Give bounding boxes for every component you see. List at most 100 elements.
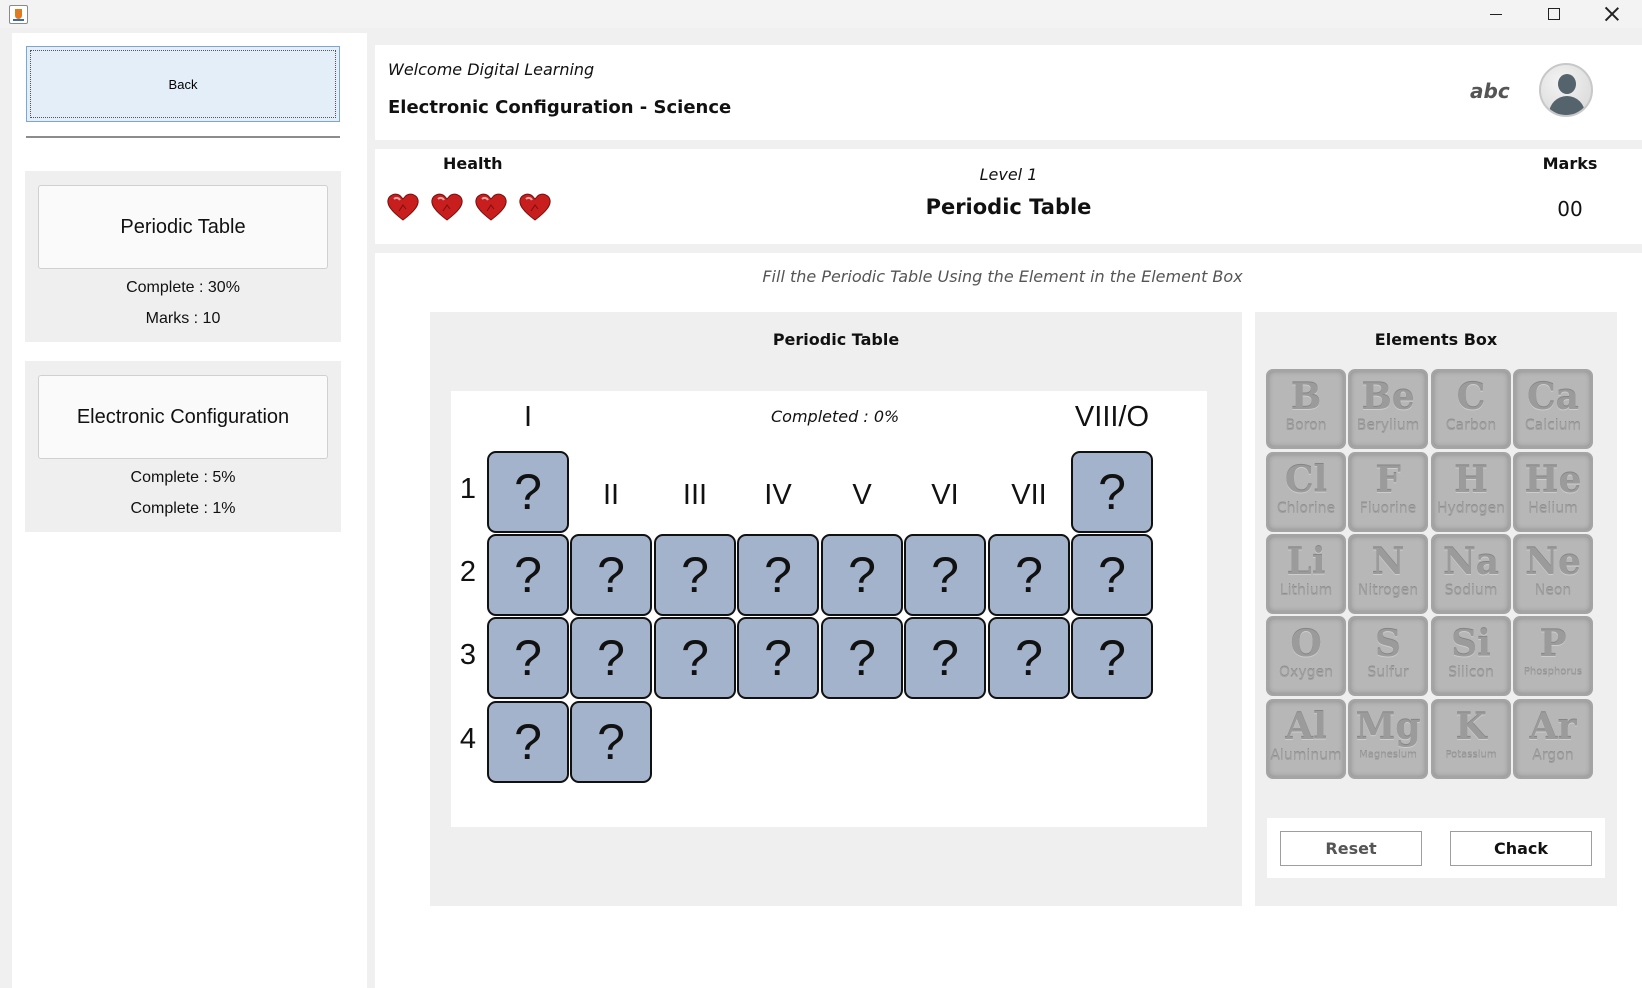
check-button[interactable]: Chack [1450, 831, 1592, 866]
element-slot[interactable]: ? [904, 617, 986, 699]
element-tile[interactable]: Al Aluminum [1266, 699, 1346, 779]
element-tile[interactable]: Cl Chlorine [1266, 452, 1346, 532]
elements-box-title: Elements Box [1374, 330, 1498, 349]
java-cup-icon [9, 5, 28, 24]
sidebar: Back Periodic Table Complete : 30% Marks… [12, 33, 367, 988]
element-tile[interactable]: Mg Magnesium [1348, 699, 1428, 779]
element-slot[interactable]: ? [487, 617, 569, 699]
element-name: Sodium [1444, 583, 1498, 599]
element-symbol: P [1539, 623, 1567, 665]
element-slot[interactable]: ? [487, 451, 569, 533]
minimize-icon [1490, 13, 1502, 15]
element-name: Neon [1534, 583, 1572, 599]
element-tile[interactable]: N Nitrogen [1348, 534, 1428, 614]
element-tile[interactable]: Ar Argon [1513, 699, 1593, 779]
element-slot[interactable]: ? [904, 534, 986, 616]
element-slot[interactable]: ? [570, 534, 652, 616]
group-label: VI [931, 479, 959, 511]
close-icon [1605, 7, 1619, 21]
element-tile[interactable]: Ne Neon [1513, 534, 1593, 614]
element-slot[interactable]: ? [988, 534, 1070, 616]
element-name: Oxygen [1279, 665, 1333, 681]
element-tile[interactable]: Na Sodium [1431, 534, 1511, 614]
element-tile[interactable]: O Oxygen [1266, 616, 1346, 696]
element-slot[interactable]: ? [821, 617, 903, 699]
avatar-body [1549, 96, 1585, 115]
element-symbol: Na [1442, 541, 1500, 583]
maximize-button[interactable] [1525, 0, 1583, 28]
header-panel: Welcome Digital Learning Electronic Conf… [375, 45, 1642, 140]
element-symbol: B [1290, 376, 1322, 418]
element-symbol: K [1455, 706, 1487, 748]
back-button[interactable]: Back [26, 46, 340, 122]
element-tile[interactable]: Si Silicon [1431, 616, 1511, 696]
group-label: IV [764, 479, 792, 511]
marks-label: Marks [1542, 154, 1598, 173]
element-tile[interactable]: K Potassium [1431, 699, 1511, 779]
element-name: Argon [1532, 748, 1574, 764]
element-slot[interactable]: ? [821, 534, 903, 616]
close-button[interactable] [1583, 0, 1641, 28]
element-slot[interactable]: ? [1071, 617, 1153, 699]
instruction-text: Fill the Periodic Table Using the Elemen… [762, 267, 1243, 286]
element-tile[interactable]: F Fluorine [1348, 452, 1428, 532]
element-tile[interactable]: S Sulfur [1348, 616, 1428, 696]
module-button-periodic-table[interactable]: Periodic Table [38, 185, 328, 269]
element-tile[interactable]: C Carbon [1431, 369, 1511, 449]
maximize-icon [1548, 8, 1560, 20]
element-slot[interactable]: ? [1071, 451, 1153, 533]
element-name: Lithium [1279, 583, 1333, 599]
element-tile[interactable]: Li Lithium [1266, 534, 1346, 614]
element-tile[interactable]: H Hydrogen [1431, 452, 1511, 532]
element-tile[interactable]: He Helium [1513, 452, 1593, 532]
status-panel: Health Level 1 Periodic Table Marks 00 [375, 149, 1642, 244]
element-tile[interactable]: P Phosphorus [1513, 616, 1593, 696]
element-slot[interactable]: ? [487, 534, 569, 616]
element-slot[interactable]: ? [737, 617, 819, 699]
reset-button[interactable]: Reset [1280, 831, 1422, 866]
element-slot[interactable]: ? [570, 617, 652, 699]
module-marks: Marks : 10 [145, 310, 221, 327]
element-name: Chlorine [1276, 501, 1336, 517]
element-tile[interactable]: Ca Calcium [1513, 369, 1593, 449]
group-label: V [852, 479, 872, 511]
completion-text: Completed : 0% [771, 407, 900, 426]
element-slot[interactable]: ? [654, 617, 736, 699]
group-label: VII [1011, 479, 1047, 511]
element-tile[interactable]: Be Berylium [1348, 369, 1428, 449]
periodic-table-title: Periodic Table [772, 330, 900, 349]
username: abc [1470, 79, 1510, 103]
element-slot[interactable]: ? [1071, 534, 1153, 616]
element-name: Boron [1285, 418, 1327, 434]
element-symbol: C [1456, 376, 1486, 418]
element-tile[interactable]: B Boron [1266, 369, 1346, 449]
user-avatar-icon[interactable] [1539, 63, 1593, 117]
element-name: Nitrogen [1357, 583, 1419, 599]
period-label: 4 [459, 723, 477, 755]
element-slot[interactable]: ? [654, 534, 736, 616]
title-bar [0, 0, 1642, 28]
element-slot[interactable]: ? [988, 617, 1070, 699]
element-symbol: Ne [1525, 541, 1581, 583]
element-symbol: Mg [1355, 706, 1421, 748]
element-name: Sulfur [1367, 665, 1409, 681]
avatar-head [1558, 74, 1576, 94]
minimize-button[interactable] [1467, 0, 1525, 28]
module-progress-secondary: Complete : 1% [130, 500, 236, 517]
period-label: 1 [459, 473, 477, 505]
element-slot[interactable]: ? [737, 534, 819, 616]
group-label: VIII/O [1074, 401, 1150, 433]
element-slot[interactable]: ? [487, 701, 569, 783]
module-progress: Complete : 5% [130, 469, 236, 486]
element-name: Berylium [1356, 418, 1420, 434]
module-card-electronic-configuration: Electronic Configuration Complete : 5% C… [25, 361, 341, 532]
element-slot[interactable]: ? [570, 701, 652, 783]
element-symbol: He [1524, 459, 1582, 501]
module-button-electronic-configuration[interactable]: Electronic Configuration [38, 375, 328, 459]
sidebar-divider [26, 136, 340, 138]
elements-box-panel: Elements Box B Boron Be Berylium C Carbon Ca Ca… [1255, 312, 1617, 906]
element-symbol: Al [1285, 706, 1327, 748]
element-name: Helium [1528, 501, 1578, 517]
element-symbol: N [1371, 541, 1405, 583]
element-name: Fluorine [1359, 501, 1417, 517]
